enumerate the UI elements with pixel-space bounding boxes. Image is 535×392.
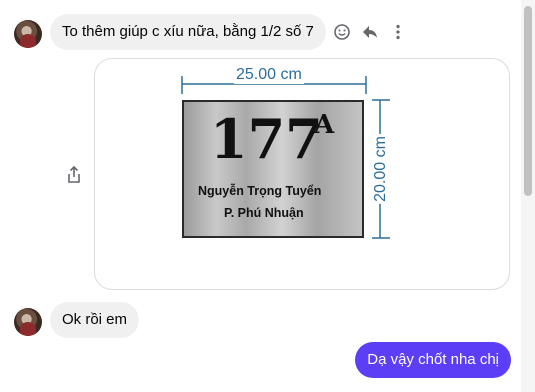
plate-superscript: A: [314, 110, 335, 140]
message-bubble[interactable]: Ok rồi em: [50, 302, 140, 338]
more-icon[interactable]: [388, 22, 408, 42]
height-label: 20.00 cm: [371, 134, 390, 204]
plate-district: P. Phú Nhuận: [224, 206, 304, 220]
emoji-icon[interactable]: [332, 22, 352, 42]
house-number-plate: 177 A Nguyễn Trọng Tuyển P. Phú Nhuận: [182, 100, 364, 238]
width-label: 25.00 cm: [234, 66, 304, 84]
message-bubble-outgoing[interactable]: Dạ vậy chốt nha chị: [355, 342, 511, 378]
message-bubble[interactable]: To thêm giúp c xíu nữa, bằng 1/2 số 7: [50, 14, 326, 50]
scrollbar[interactable]: [521, 0, 535, 392]
plate-name: Nguyễn Trọng Tuyển: [198, 184, 322, 198]
avatar[interactable]: [14, 308, 42, 336]
reply-icon[interactable]: [360, 22, 380, 42]
share-icon[interactable]: [64, 165, 84, 185]
scrollbar-thumb[interactable]: [524, 6, 532, 196]
plate-number: 177: [210, 107, 323, 171]
avatar[interactable]: [14, 20, 42, 48]
